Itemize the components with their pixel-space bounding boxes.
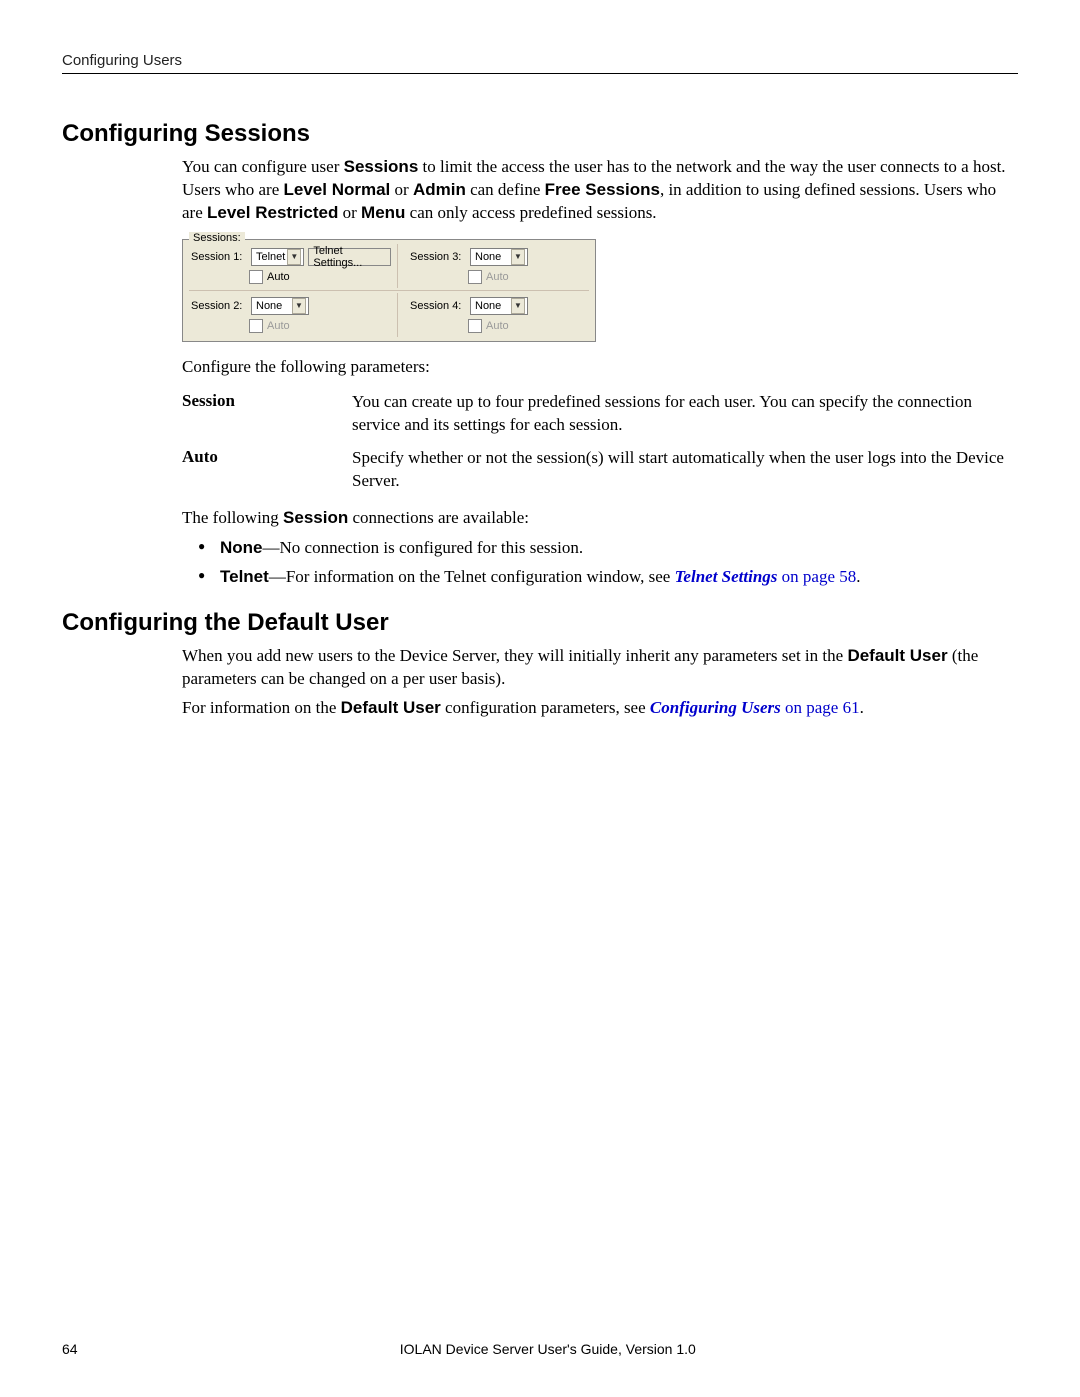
session2-select[interactable]: None ▼	[251, 297, 309, 315]
heading-configuring-sessions: Configuring Sessions	[62, 120, 1018, 148]
heading-configuring-default-user: Configuring the Default User	[62, 609, 1018, 637]
sessions-fieldset: Sessions: Session 1: Telnet ▼ Telnet Set…	[182, 239, 596, 342]
session1-auto[interactable]: Auto	[249, 270, 391, 284]
session3-cell: Session 3: None ▼ Auto	[406, 244, 589, 288]
link-page-ref-2[interactable]: on page 61	[781, 698, 860, 717]
bold-menu: Menu	[361, 203, 405, 222]
param-row-auto: Auto Specify whether or not the session(…	[182, 447, 1008, 493]
session3-label: Session 3:	[410, 251, 466, 263]
text-fragment: can define	[466, 180, 545, 199]
text-fragment: can only access predefined sessions.	[405, 203, 656, 222]
header-rule	[62, 73, 1018, 74]
session1-cell: Session 1: Telnet ▼ Telnet Settings... A…	[189, 244, 398, 288]
session4-select-value: None	[475, 300, 501, 312]
bullet-telnet-text: —For information on the Telnet configura…	[269, 567, 675, 586]
text-fragment: or	[338, 203, 361, 222]
session2-auto-label: Auto	[267, 320, 290, 332]
bold-free-sessions: Free Sessions	[545, 180, 660, 199]
available-line: The following Session connections are av…	[182, 507, 1008, 530]
running-header: Configuring Users	[62, 52, 1018, 71]
bold-sessions: Sessions	[344, 157, 419, 176]
bullet-telnet-term: Telnet	[220, 567, 269, 586]
bold-default-user-2: Default User	[341, 698, 441, 717]
link-page-ref[interactable]: on page 58	[777, 567, 856, 586]
session4-auto: Auto	[468, 319, 587, 333]
param-desc-session: You can create up to four predefined ses…	[352, 391, 1008, 437]
session1-select-value: Telnet	[256, 251, 285, 263]
session2-cell: Session 2: None ▼ Auto	[189, 293, 398, 337]
session3-auto-label: Auto	[486, 271, 509, 283]
param-name-auto: Auto	[182, 447, 352, 467]
bold-level-normal: Level Normal	[284, 180, 391, 199]
bullet-list: None—No connection is configured for thi…	[198, 537, 1008, 589]
session3-select[interactable]: None ▼	[470, 248, 528, 266]
default-user-p2: For information on the Default User conf…	[182, 697, 1008, 720]
session1-label: Session 1:	[191, 251, 247, 263]
session2-auto: Auto	[249, 319, 391, 333]
configure-line: Configure the following parameters:	[182, 356, 1008, 379]
chevron-down-icon: ▼	[511, 249, 525, 265]
footer-doc-title: IOLAN Device Server User's Guide, Versio…	[400, 1341, 696, 1357]
bullet-none-text: —No connection is configured for this se…	[263, 538, 584, 557]
session3-auto: Auto	[468, 270, 587, 284]
page-number: 64	[62, 1341, 78, 1357]
page-footer: 64 IOLAN Device Server User's Guide, Ver…	[62, 1341, 1018, 1357]
link-configuring-users[interactable]: Configuring Users	[650, 698, 781, 717]
session1-select[interactable]: Telnet ▼	[251, 248, 304, 266]
link-telnet-settings[interactable]: Telnet Settings	[675, 567, 778, 586]
bold-default-user: Default User	[847, 646, 947, 665]
text-fragment: .	[860, 698, 864, 717]
bold-level-restricted: Level Restricted	[207, 203, 338, 222]
chevron-down-icon: ▼	[287, 249, 301, 265]
text-fragment: The following	[182, 508, 283, 527]
param-row-session: Session You can create up to four predef…	[182, 391, 1008, 437]
checkbox-icon	[468, 319, 482, 333]
session1-auto-label: Auto	[267, 271, 290, 283]
fieldset-legend: Sessions:	[189, 232, 245, 244]
param-table: Session You can create up to four predef…	[182, 391, 1008, 493]
bullet-none-term: None	[220, 538, 263, 557]
chevron-down-icon: ▼	[511, 298, 525, 314]
text-fragment: For information on the	[182, 698, 341, 717]
session4-label: Session 4:	[410, 300, 466, 312]
param-name-session: Session	[182, 391, 352, 411]
default-user-p1: When you add new users to the Device Ser…	[182, 645, 1008, 691]
bold-admin: Admin	[413, 180, 466, 199]
session2-select-value: None	[256, 300, 282, 312]
text-fragment: When you add new users to the Device Ser…	[182, 646, 847, 665]
chevron-down-icon: ▼	[292, 298, 306, 314]
bold-session: Session	[283, 508, 348, 527]
session3-select-value: None	[475, 251, 501, 263]
text-fragment: or	[390, 180, 413, 199]
text-fragment: connections are available:	[348, 508, 529, 527]
session4-cell: Session 4: None ▼ Auto	[406, 293, 589, 337]
checkbox-icon	[468, 270, 482, 284]
checkbox-icon	[249, 270, 263, 284]
fieldset-divider	[189, 290, 589, 291]
session4-auto-label: Auto	[486, 320, 509, 332]
text-fragment: You can configure user	[182, 157, 344, 176]
bullet-telnet: Telnet—For information on the Telnet con…	[198, 566, 1008, 589]
telnet-settings-button[interactable]: Telnet Settings...	[308, 248, 391, 266]
text-fragment: configuration parameters, see	[441, 698, 650, 717]
param-desc-auto: Specify whether or not the session(s) wi…	[352, 447, 1008, 493]
text-fragment: .	[856, 567, 860, 586]
session2-label: Session 2:	[191, 300, 247, 312]
bullet-none: None—No connection is configured for thi…	[198, 537, 1008, 560]
session4-select[interactable]: None ▼	[470, 297, 528, 315]
checkbox-icon	[249, 319, 263, 333]
sessions-intro: You can configure user Sessions to limit…	[182, 156, 1008, 225]
